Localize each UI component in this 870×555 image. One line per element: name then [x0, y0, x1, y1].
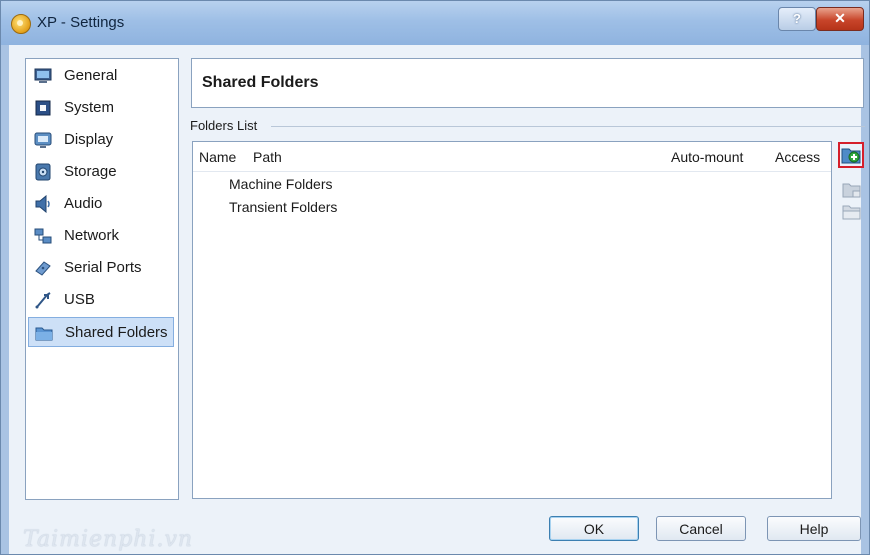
page-title: Shared Folders — [202, 74, 319, 91]
sidebar-item-label: Audio — [64, 195, 103, 212]
app-icon — [11, 14, 31, 34]
dialog-body: General System Display Storage Audio Net… — [9, 45, 865, 554]
sidebar-item-general[interactable]: General — [28, 61, 174, 91]
title-help-button[interactable]: ? — [778, 7, 816, 31]
window-frame-left — [1, 45, 9, 554]
settings-sidebar: General System Display Storage Audio Net… — [25, 58, 179, 500]
storage-icon — [35, 163, 51, 181]
sidebar-item-label: Storage — [64, 163, 117, 180]
sidebar-item-network[interactable]: Network — [28, 221, 174, 251]
add-folder-button[interactable] — [838, 142, 864, 168]
page-title-box: Shared Folders — [191, 58, 864, 108]
monitor-icon — [34, 68, 52, 83]
settings-window: XP - Settings ? ✕ General System Display… — [0, 0, 870, 555]
sidebar-item-shared-folders[interactable]: Shared Folders — [28, 317, 174, 347]
sidebar-item-audio[interactable]: Audio — [28, 189, 174, 219]
window-title: XP - Settings — [37, 14, 125, 31]
sidebar-item-label: General — [64, 67, 118, 84]
folder-icon — [35, 327, 53, 341]
column-header-path[interactable]: Path — [253, 149, 282, 165]
sidebar-item-label: Network — [64, 227, 120, 244]
tree-item-machine-folders[interactable]: Machine Folders — [229, 176, 333, 192]
remove-folder-icon[interactable] — [842, 203, 862, 221]
header-separator — [193, 171, 831, 172]
ok-button[interactable]: OK — [549, 516, 639, 541]
help-button[interactable]: Help — [767, 516, 861, 541]
network-icon — [34, 228, 52, 244]
title-bar: XP - Settings ? ✕ — [1, 1, 869, 45]
sidebar-item-usb[interactable]: USB — [28, 285, 174, 315]
sidebar-item-label: Serial Ports — [64, 259, 142, 276]
display-icon — [34, 132, 52, 148]
sidebar-item-label: Display — [64, 131, 114, 148]
tree-item-transient-folders[interactable]: Transient Folders — [229, 199, 337, 215]
folders-list-label: Folders List — [190, 118, 258, 133]
usb-icon — [35, 292, 51, 309]
sidebar-item-label: Shared Folders — [65, 324, 168, 341]
sidebar-item-display[interactable]: Display — [28, 125, 174, 155]
serial-port-icon — [35, 261, 51, 276]
cancel-button[interactable]: Cancel — [656, 516, 746, 541]
column-header-name[interactable]: Name — [199, 149, 236, 165]
speaker-icon — [35, 195, 50, 213]
sidebar-item-storage[interactable]: Storage — [28, 157, 174, 187]
add-folder-icon — [841, 148, 861, 164]
sidebar-item-system[interactable]: System — [28, 93, 174, 123]
sidebar-item-serial-ports[interactable]: Serial Ports — [28, 253, 174, 283]
sidebar-item-label: System — [64, 99, 115, 116]
column-header-auto-mount[interactable]: Auto-mount — [671, 149, 743, 165]
edit-folder-icon[interactable] — [842, 181, 862, 199]
sidebar-item-label: USB — [64, 291, 95, 308]
column-header-access[interactable]: Access — [775, 149, 820, 165]
group-divider — [271, 126, 865, 127]
window-close-button[interactable]: ✕ — [816, 7, 864, 31]
window-frame-right — [861, 45, 869, 554]
shared-folders-tree[interactable]: Name Path Auto-mount Access Machine Fold… — [192, 141, 832, 499]
watermark: Taimienphi.vn — [23, 527, 194, 552]
chip-icon — [35, 100, 51, 116]
